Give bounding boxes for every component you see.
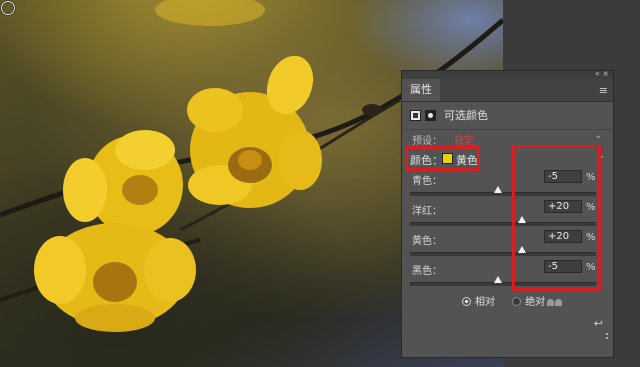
percent-sign: %	[586, 262, 596, 273]
panel-tab-bar: 属性 ≡	[402, 79, 613, 102]
divider	[402, 129, 613, 130]
tab-properties[interactable]: 属性	[402, 79, 440, 101]
percent-sign: %	[586, 232, 596, 243]
adjustment-title: 可选颜色	[444, 109, 488, 122]
cyan-label: 青色：	[412, 176, 442, 187]
magenta-input[interactable]	[544, 200, 582, 213]
colors-select[interactable]: 颜色： 黄色 ⌄	[410, 151, 605, 167]
yellow-label: 黄色：	[412, 236, 442, 247]
black-input[interactable]	[544, 260, 582, 273]
properties-panel: « × 属性 ≡ 可选颜色 预设： 自定 ⌄ 颜色： 黄色 ⌄ 青色： % 洋红…	[401, 69, 614, 358]
chevron-down-icon: ⌄	[597, 151, 605, 161]
brush-cursor-icon	[0, 0, 16, 16]
slider-thumb[interactable]	[518, 216, 526, 223]
relative-radio[interactable]	[462, 297, 471, 306]
layer-mask-icon[interactable]	[425, 109, 436, 121]
panel-resize-grip[interactable]	[606, 333, 609, 343]
percent-sign: %	[586, 202, 596, 213]
absolute-label: 绝对	[525, 297, 546, 308]
yellow-input[interactable]	[544, 230, 582, 243]
absolute-radio[interactable]	[512, 297, 522, 306]
clip-to-layer-icon[interactable]: ↩	[594, 317, 603, 330]
panel-menu-icon[interactable]: ≡	[599, 84, 608, 97]
relative-option[interactable]: 相对	[462, 293, 495, 308]
magenta-slider[interactable]	[410, 216, 596, 226]
panel-collapse-close-controls[interactable]: « ×	[595, 69, 609, 78]
yellow-slider-row: 黄色： %	[410, 230, 596, 260]
colors-value: 黄色	[456, 154, 478, 167]
preset-label: 预设：	[412, 136, 442, 147]
clip-visibility-icon[interactable]	[546, 297, 563, 308]
magenta-label: 洋红：	[412, 206, 442, 217]
black-label: 黑色：	[412, 266, 442, 277]
colors-label: 颜色：	[410, 154, 443, 167]
cyan-slider-row: 青色： %	[410, 170, 596, 200]
relative-label: 相对	[475, 297, 495, 308]
preset-value: 自定	[454, 136, 474, 147]
adjustment-header: 可选颜色	[410, 107, 488, 123]
panel-title-bar[interactable]: « ×	[402, 69, 613, 79]
preset-select[interactable]: 预设： 自定 ⌄	[412, 131, 602, 147]
black-slider[interactable]	[410, 276, 596, 286]
absolute-option[interactable]: 绝对	[512, 293, 563, 308]
slider-thumb[interactable]	[518, 246, 526, 253]
adjustment-layer-icon[interactable]	[410, 109, 421, 121]
chevron-down-icon: ⌄	[594, 131, 602, 141]
slider-thumb[interactable]	[494, 186, 502, 193]
cyan-input[interactable]	[544, 170, 582, 183]
slider-thumb[interactable]	[494, 276, 502, 283]
cyan-slider[interactable]	[410, 186, 596, 196]
method-options: 相对 绝对	[462, 293, 576, 308]
yellow-slider[interactable]	[410, 246, 596, 256]
percent-sign: %	[586, 172, 596, 183]
black-slider-row: 黑色： %	[410, 260, 596, 290]
magenta-slider-row: 洋红： %	[410, 200, 596, 230]
yellow-swatch-icon	[442, 153, 453, 164]
